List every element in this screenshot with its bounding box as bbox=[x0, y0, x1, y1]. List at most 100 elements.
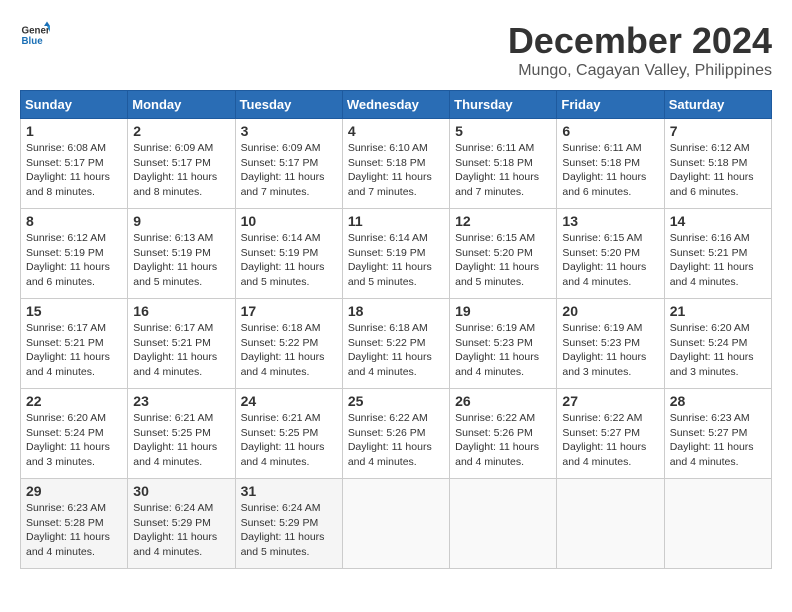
table-row: 8 Sunrise: 6:12 AM Sunset: 5:19 PM Dayli… bbox=[21, 209, 128, 299]
day-number: 19 bbox=[455, 303, 551, 319]
day-info: Sunrise: 6:17 AM Sunset: 5:21 PM Dayligh… bbox=[133, 322, 217, 378]
calendar-table: Sunday Monday Tuesday Wednesday Thursday… bbox=[20, 90, 772, 569]
day-number: 9 bbox=[133, 213, 229, 229]
col-wednesday: Wednesday bbox=[342, 91, 449, 119]
day-info: Sunrise: 6:24 AM Sunset: 5:29 PM Dayligh… bbox=[133, 502, 217, 558]
logo-icon: General Blue bbox=[20, 20, 50, 50]
table-row: 15 Sunrise: 6:17 AM Sunset: 5:21 PM Dayl… bbox=[21, 299, 128, 389]
table-row: 26 Sunrise: 6:22 AM Sunset: 5:26 PM Dayl… bbox=[450, 389, 557, 479]
day-info: Sunrise: 6:22 AM Sunset: 5:27 PM Dayligh… bbox=[562, 412, 646, 468]
month-title: December 2024 bbox=[508, 20, 772, 62]
col-tuesday: Tuesday bbox=[235, 91, 342, 119]
calendar-row: 29 Sunrise: 6:23 AM Sunset: 5:28 PM Dayl… bbox=[21, 479, 772, 569]
day-number: 2 bbox=[133, 123, 229, 139]
day-info: Sunrise: 6:17 AM Sunset: 5:21 PM Dayligh… bbox=[26, 322, 110, 378]
table-row: 13 Sunrise: 6:15 AM Sunset: 5:20 PM Dayl… bbox=[557, 209, 664, 299]
day-number: 23 bbox=[133, 393, 229, 409]
calendar-row: 15 Sunrise: 6:17 AM Sunset: 5:21 PM Dayl… bbox=[21, 299, 772, 389]
day-number: 11 bbox=[348, 213, 444, 229]
day-number: 17 bbox=[241, 303, 337, 319]
day-info: Sunrise: 6:09 AM Sunset: 5:17 PM Dayligh… bbox=[133, 142, 217, 198]
col-saturday: Saturday bbox=[664, 91, 771, 119]
day-number: 24 bbox=[241, 393, 337, 409]
day-number: 6 bbox=[562, 123, 658, 139]
table-row: 19 Sunrise: 6:19 AM Sunset: 5:23 PM Dayl… bbox=[450, 299, 557, 389]
day-info: Sunrise: 6:13 AM Sunset: 5:19 PM Dayligh… bbox=[133, 232, 217, 288]
location-subtitle: Mungo, Cagayan Valley, Philippines bbox=[508, 62, 772, 80]
table-row: 17 Sunrise: 6:18 AM Sunset: 5:22 PM Dayl… bbox=[235, 299, 342, 389]
day-number: 28 bbox=[670, 393, 766, 409]
day-info: Sunrise: 6:20 AM Sunset: 5:24 PM Dayligh… bbox=[26, 412, 110, 468]
table-row bbox=[342, 479, 449, 569]
day-number: 22 bbox=[26, 393, 122, 409]
day-info: Sunrise: 6:12 AM Sunset: 5:18 PM Dayligh… bbox=[670, 142, 754, 198]
day-info: Sunrise: 6:14 AM Sunset: 5:19 PM Dayligh… bbox=[348, 232, 432, 288]
day-info: Sunrise: 6:15 AM Sunset: 5:20 PM Dayligh… bbox=[562, 232, 646, 288]
table-row bbox=[557, 479, 664, 569]
day-number: 16 bbox=[133, 303, 229, 319]
day-info: Sunrise: 6:21 AM Sunset: 5:25 PM Dayligh… bbox=[241, 412, 325, 468]
header-row: Sunday Monday Tuesday Wednesday Thursday… bbox=[21, 91, 772, 119]
svg-text:Blue: Blue bbox=[22, 36, 44, 47]
table-row: 16 Sunrise: 6:17 AM Sunset: 5:21 PM Dayl… bbox=[128, 299, 235, 389]
day-number: 27 bbox=[562, 393, 658, 409]
day-info: Sunrise: 6:11 AM Sunset: 5:18 PM Dayligh… bbox=[562, 142, 646, 198]
table-row: 6 Sunrise: 6:11 AM Sunset: 5:18 PM Dayli… bbox=[557, 119, 664, 209]
table-row: 5 Sunrise: 6:11 AM Sunset: 5:18 PM Dayli… bbox=[450, 119, 557, 209]
col-friday: Friday bbox=[557, 91, 664, 119]
day-info: Sunrise: 6:19 AM Sunset: 5:23 PM Dayligh… bbox=[562, 322, 646, 378]
day-info: Sunrise: 6:12 AM Sunset: 5:19 PM Dayligh… bbox=[26, 232, 110, 288]
day-number: 3 bbox=[241, 123, 337, 139]
day-number: 15 bbox=[26, 303, 122, 319]
day-info: Sunrise: 6:14 AM Sunset: 5:19 PM Dayligh… bbox=[241, 232, 325, 288]
logo: General Blue bbox=[20, 20, 50, 50]
table-row: 10 Sunrise: 6:14 AM Sunset: 5:19 PM Dayl… bbox=[235, 209, 342, 299]
day-number: 20 bbox=[562, 303, 658, 319]
table-row: 20 Sunrise: 6:19 AM Sunset: 5:23 PM Dayl… bbox=[557, 299, 664, 389]
table-row: 22 Sunrise: 6:20 AM Sunset: 5:24 PM Dayl… bbox=[21, 389, 128, 479]
table-row: 14 Sunrise: 6:16 AM Sunset: 5:21 PM Dayl… bbox=[664, 209, 771, 299]
table-row: 11 Sunrise: 6:14 AM Sunset: 5:19 PM Dayl… bbox=[342, 209, 449, 299]
table-row: 4 Sunrise: 6:10 AM Sunset: 5:18 PM Dayli… bbox=[342, 119, 449, 209]
day-info: Sunrise: 6:11 AM Sunset: 5:18 PM Dayligh… bbox=[455, 142, 539, 198]
day-info: Sunrise: 6:19 AM Sunset: 5:23 PM Dayligh… bbox=[455, 322, 539, 378]
table-row: 1 Sunrise: 6:08 AM Sunset: 5:17 PM Dayli… bbox=[21, 119, 128, 209]
table-row: 7 Sunrise: 6:12 AM Sunset: 5:18 PM Dayli… bbox=[664, 119, 771, 209]
day-number: 10 bbox=[241, 213, 337, 229]
day-number: 7 bbox=[670, 123, 766, 139]
table-row: 3 Sunrise: 6:09 AM Sunset: 5:17 PM Dayli… bbox=[235, 119, 342, 209]
day-info: Sunrise: 6:09 AM Sunset: 5:17 PM Dayligh… bbox=[241, 142, 325, 198]
day-number: 8 bbox=[26, 213, 122, 229]
day-number: 31 bbox=[241, 483, 337, 499]
col-sunday: Sunday bbox=[21, 91, 128, 119]
day-number: 12 bbox=[455, 213, 551, 229]
table-row: 12 Sunrise: 6:15 AM Sunset: 5:20 PM Dayl… bbox=[450, 209, 557, 299]
table-row: 9 Sunrise: 6:13 AM Sunset: 5:19 PM Dayli… bbox=[128, 209, 235, 299]
table-row: 28 Sunrise: 6:23 AM Sunset: 5:27 PM Dayl… bbox=[664, 389, 771, 479]
day-number: 13 bbox=[562, 213, 658, 229]
col-thursday: Thursday bbox=[450, 91, 557, 119]
calendar-row: 8 Sunrise: 6:12 AM Sunset: 5:19 PM Dayli… bbox=[21, 209, 772, 299]
day-info: Sunrise: 6:21 AM Sunset: 5:25 PM Dayligh… bbox=[133, 412, 217, 468]
day-info: Sunrise: 6:22 AM Sunset: 5:26 PM Dayligh… bbox=[348, 412, 432, 468]
table-row: 27 Sunrise: 6:22 AM Sunset: 5:27 PM Dayl… bbox=[557, 389, 664, 479]
title-area: December 2024 Mungo, Cagayan Valley, Phi… bbox=[508, 20, 772, 80]
table-row: 29 Sunrise: 6:23 AM Sunset: 5:28 PM Dayl… bbox=[21, 479, 128, 569]
table-row: 24 Sunrise: 6:21 AM Sunset: 5:25 PM Dayl… bbox=[235, 389, 342, 479]
day-info: Sunrise: 6:20 AM Sunset: 5:24 PM Dayligh… bbox=[670, 322, 754, 378]
day-number: 1 bbox=[26, 123, 122, 139]
table-row: 31 Sunrise: 6:24 AM Sunset: 5:29 PM Dayl… bbox=[235, 479, 342, 569]
table-row: 2 Sunrise: 6:09 AM Sunset: 5:17 PM Dayli… bbox=[128, 119, 235, 209]
day-info: Sunrise: 6:23 AM Sunset: 5:27 PM Dayligh… bbox=[670, 412, 754, 468]
day-info: Sunrise: 6:23 AM Sunset: 5:28 PM Dayligh… bbox=[26, 502, 110, 558]
day-number: 25 bbox=[348, 393, 444, 409]
day-info: Sunrise: 6:18 AM Sunset: 5:22 PM Dayligh… bbox=[348, 322, 432, 378]
table-row: 30 Sunrise: 6:24 AM Sunset: 5:29 PM Dayl… bbox=[128, 479, 235, 569]
svg-text:General: General bbox=[22, 26, 51, 37]
day-info: Sunrise: 6:18 AM Sunset: 5:22 PM Dayligh… bbox=[241, 322, 325, 378]
day-info: Sunrise: 6:15 AM Sunset: 5:20 PM Dayligh… bbox=[455, 232, 539, 288]
day-number: 26 bbox=[455, 393, 551, 409]
calendar-row: 1 Sunrise: 6:08 AM Sunset: 5:17 PM Dayli… bbox=[21, 119, 772, 209]
day-number: 5 bbox=[455, 123, 551, 139]
day-number: 30 bbox=[133, 483, 229, 499]
